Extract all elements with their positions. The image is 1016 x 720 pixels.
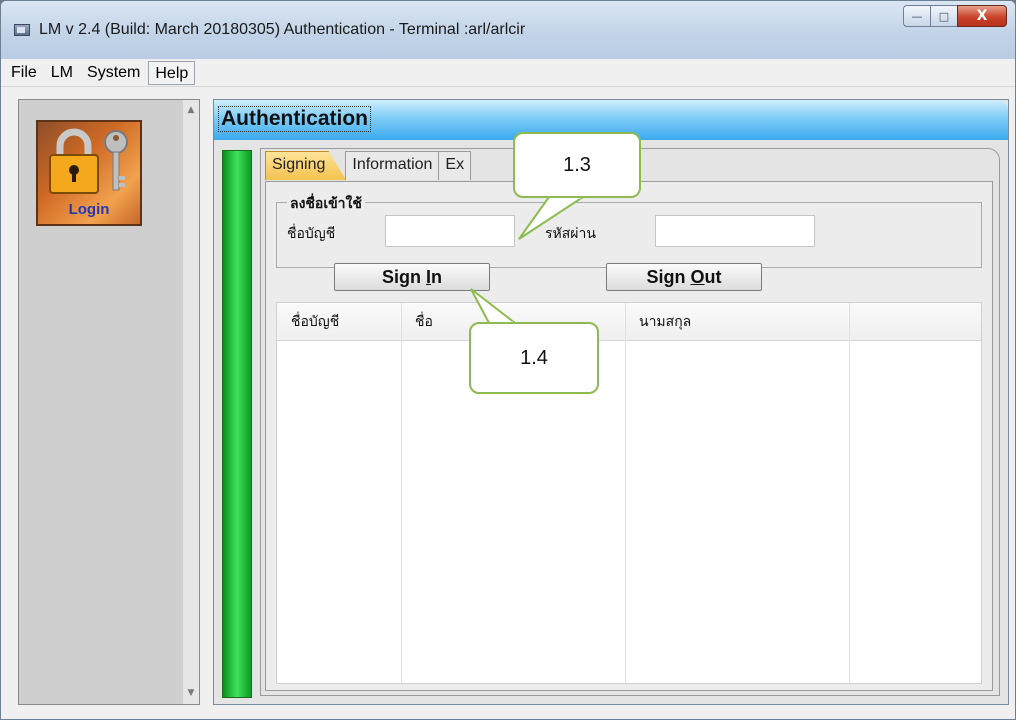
application-window: LM v 2.4 (Build: March 20180305) Authent… <box>0 0 1016 720</box>
callout-1-3: 1.3 <box>513 132 641 198</box>
callout-1-4: 1.4 <box>469 322 599 394</box>
callout-tail-2 <box>470 288 518 324</box>
callout-tail-1 <box>518 196 587 240</box>
